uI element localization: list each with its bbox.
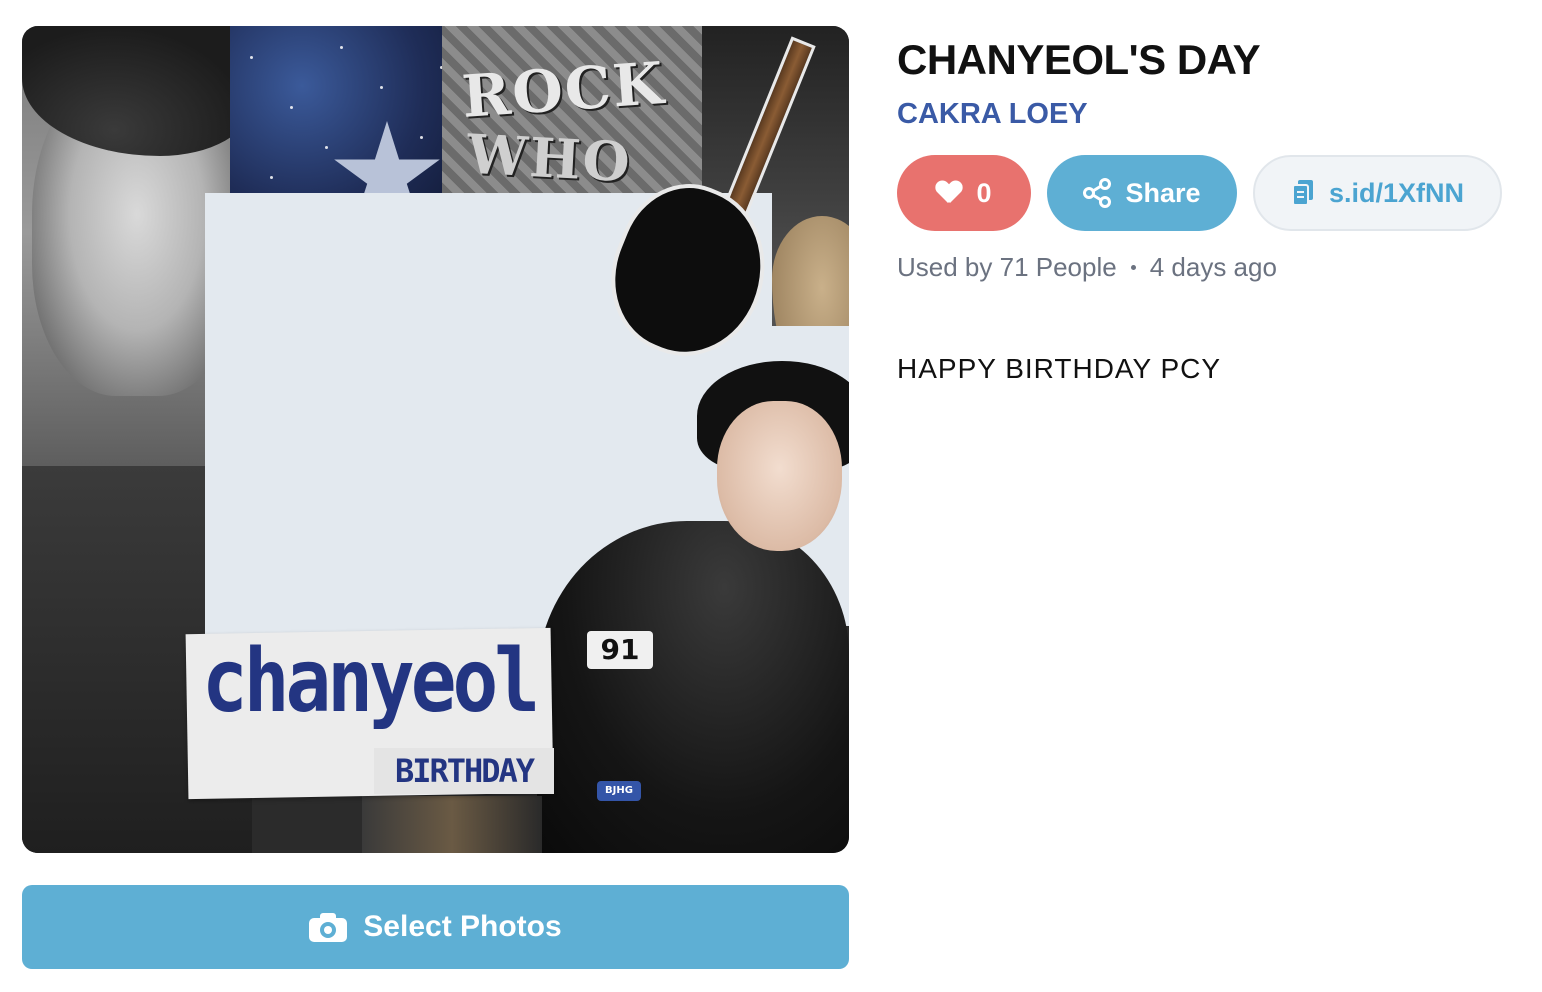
like-count: 0 [976, 177, 992, 208]
portrait-face [717, 401, 842, 551]
campaign-description: HAPPY BIRTHDAY PCY [897, 353, 1222, 384]
share-label: Share [1125, 177, 1201, 208]
twibbon-frame-preview: ROCK WHO 91 BJHG chanyeol BIRTHDAY [22, 26, 849, 853]
separator-dot [1130, 265, 1136, 270]
used-by-count: Used by 71 People [897, 252, 1117, 282]
jacket-patch-91: 91 [587, 631, 653, 669]
frame-label-birthday: BIRTHDAY [374, 748, 554, 794]
author-link[interactable]: CAKRA LOEY [897, 98, 1088, 131]
share-button[interactable]: Share [1047, 155, 1237, 231]
portrait-jacket: 91 BJHG [537, 521, 849, 853]
campaign-title: CHANYEOL'S DAY [897, 36, 1261, 83]
select-photos-button[interactable]: Select Photos [22, 885, 849, 969]
like-button[interactable]: 0 [897, 155, 1031, 231]
jacket-patch-small: BJHG [597, 781, 641, 801]
collage-text-who: WHO [465, 121, 634, 195]
time-ago: 4 days ago [1149, 252, 1277, 282]
collage-right-portrait: 91 BJHG [537, 361, 849, 853]
select-photos-label: Select Photos [363, 910, 562, 943]
short-link: s.id/1XfNN [1328, 177, 1465, 208]
collage-bottom-strip [362, 796, 542, 853]
copy-icon [1291, 180, 1313, 206]
share-icon [1083, 178, 1112, 208]
frame-label-name: chanyeol [202, 629, 540, 732]
heart-icon [936, 181, 962, 205]
camera-icon [309, 912, 348, 942]
usage-meta: Used by 71 People 4 days ago [897, 252, 1277, 283]
copy-link-button[interactable]: s.id/1XfNN [1253, 155, 1502, 231]
collage-text-rock: ROCK [459, 48, 668, 132]
